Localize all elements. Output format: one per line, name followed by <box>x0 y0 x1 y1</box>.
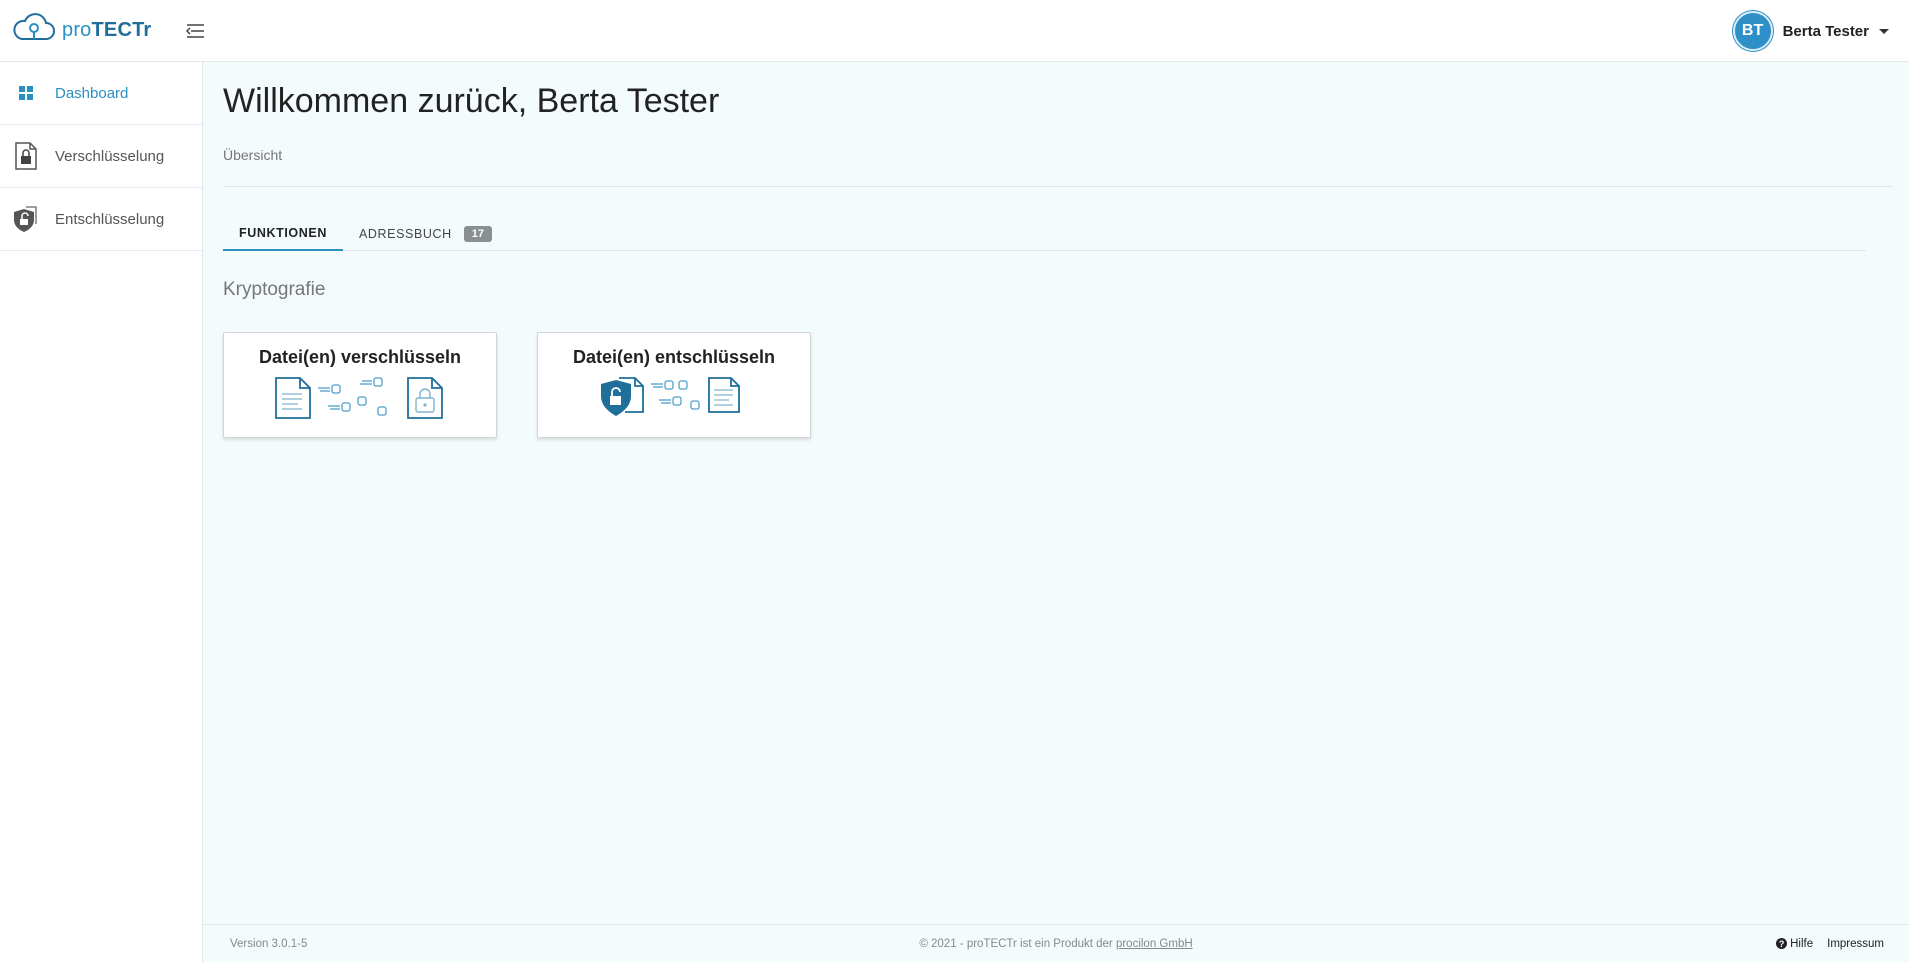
count-badge: 17 <box>463 226 493 242</box>
file-lock-icon <box>12 140 40 172</box>
help-label: Hilfe <box>1790 937 1814 950</box>
tab-adressbuch[interactable]: ADRESSBUCH 17 <box>343 217 508 251</box>
shield-unlock-icon <box>12 203 40 235</box>
top-bar: proTECTr BT Berta Tester <box>0 0 1909 62</box>
caret-down-icon <box>1879 28 1889 34</box>
breadcrumb: Übersicht <box>223 147 283 163</box>
menu-collapse-icon[interactable] <box>184 20 206 42</box>
tab-bar: FUNKTIONEN ADRESSBUCH 17 <box>223 217 1866 251</box>
help-link[interactable]: ? Hilfe <box>1776 938 1813 950</box>
tab-funktionen[interactable]: FUNKTIONEN <box>223 217 343 251</box>
section-title: Kryptografie <box>223 279 326 300</box>
copyright-text: © 2021 - proTECTr ist ein Produkt der pr… <box>919 937 1193 950</box>
user-menu[interactable]: BT Berta Tester <box>1732 11 1889 51</box>
divider <box>223 186 1893 187</box>
page-title: Willkommen zurück, Berta Tester <box>223 82 720 120</box>
tab-label: FUNKTIONEN <box>239 226 327 240</box>
dashboard-grid-icon <box>12 77 40 109</box>
brand-name: proTECTr <box>62 19 152 41</box>
main-content: Willkommen zurück, Berta Tester Übersich… <box>203 62 1909 924</box>
sidebar-item-dashboard[interactable]: Dashboard <box>0 62 202 125</box>
footer: Version 3.0.1-5 © 2021 - proTECTr ist ei… <box>203 924 1909 962</box>
question-circle-icon: ? <box>1776 938 1788 949</box>
tab-label: ADRESSBUCH <box>358 227 452 241</box>
sidebar-item-label: Dashboard <box>55 84 129 102</box>
encrypt-file-illustration <box>274 376 446 425</box>
impressum-link[interactable]: Impressum <box>1827 938 1884 950</box>
sidebar: Dashboard Verschlüsselung Entschlüsselun… <box>0 62 203 962</box>
footer-links: ? Hilfe Impressum <box>1776 938 1884 950</box>
sidebar-item-entschluesselung[interactable]: Entschlüsselung <box>0 188 202 251</box>
sidebar-item-label: Entschlüsselung <box>55 210 165 228</box>
card-title: Datei(en) entschlüsseln <box>572 347 776 367</box>
company-link[interactable]: procilon GmbH <box>1116 938 1193 950</box>
sidebar-item-label: Verschlüsselung <box>55 147 165 165</box>
card-title: Datei(en) verschlüsseln <box>258 347 462 367</box>
avatar: BT <box>1732 11 1773 51</box>
cloud-lock-icon <box>12 13 56 48</box>
user-name: Berta Tester <box>1782 22 1869 40</box>
encrypt-files-card[interactable]: Datei(en) verschlüsseln <box>223 332 497 438</box>
decrypt-file-illustration <box>599 376 749 425</box>
sidebar-item-verschluesselung[interactable]: Verschlüsselung <box>0 125 202 188</box>
brand-logo[interactable]: proTECTr <box>12 13 172 48</box>
decrypt-files-card[interactable]: Datei(en) entschlüsseln <box>537 332 811 438</box>
